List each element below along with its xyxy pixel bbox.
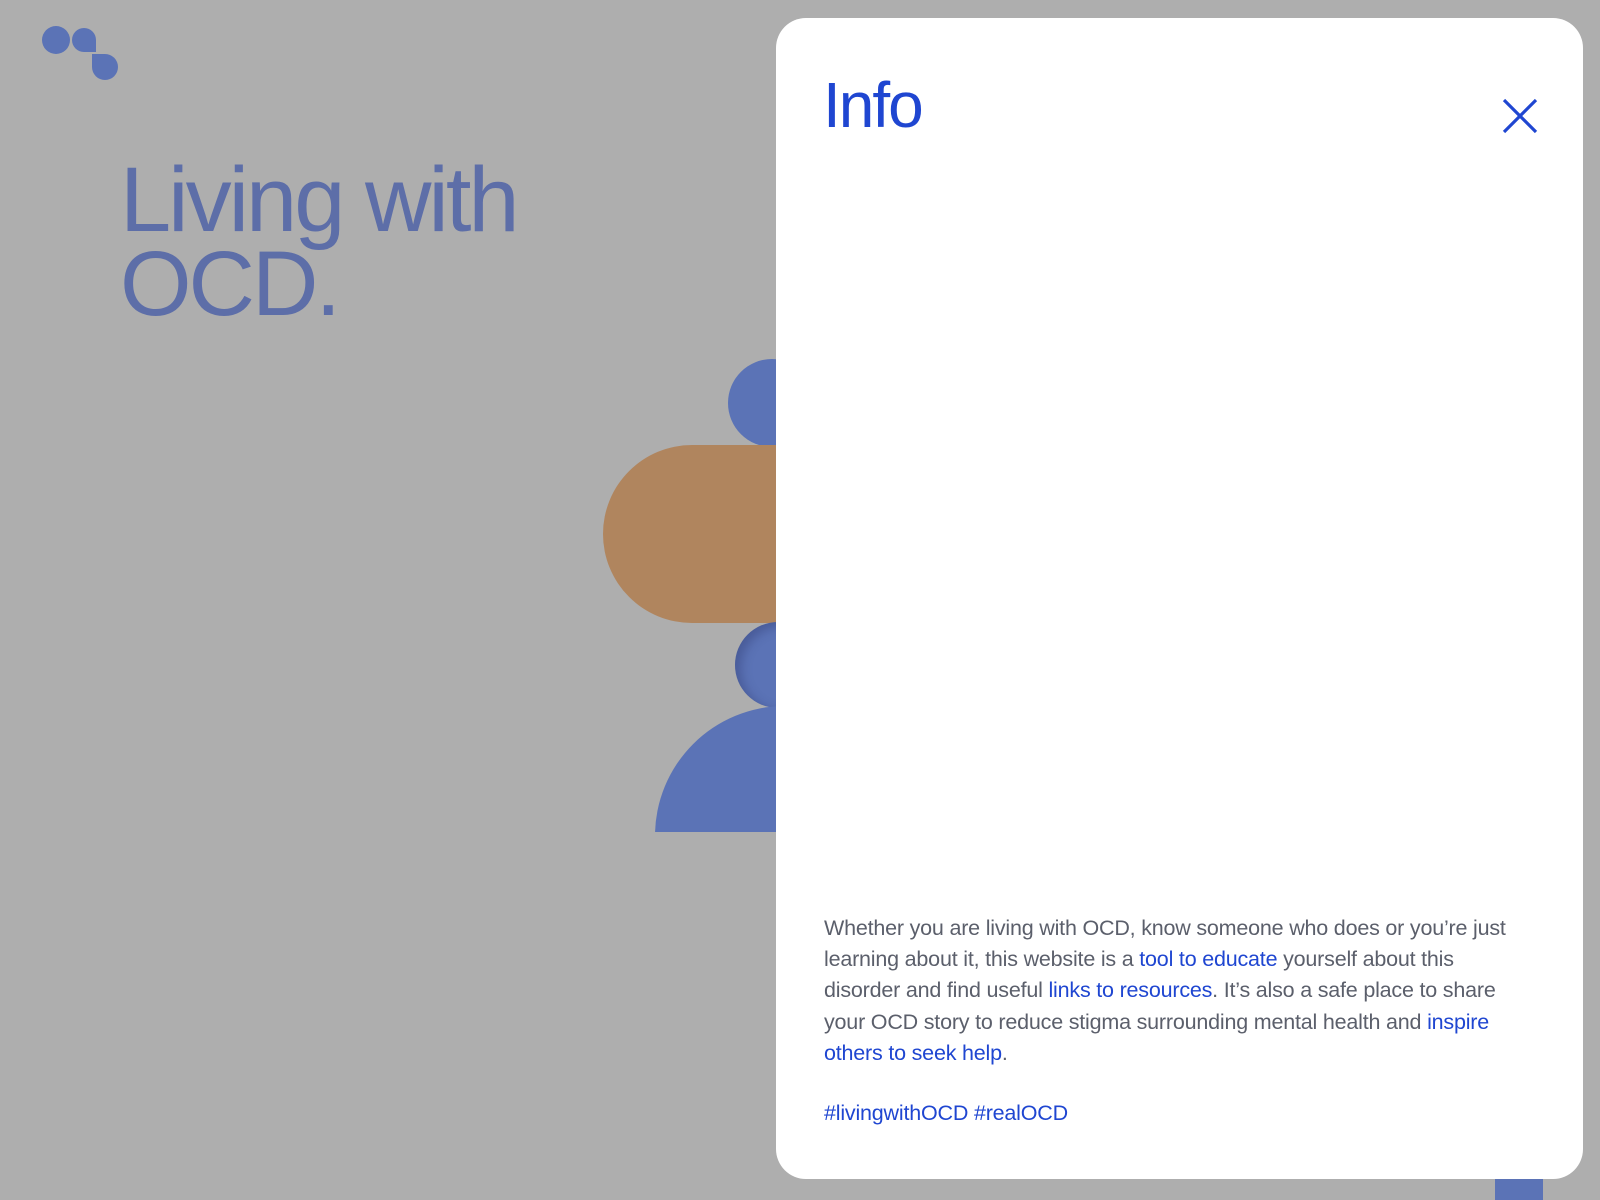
- close-icon: [1502, 98, 1538, 134]
- hero-illustration: [0, 0, 800, 1200]
- info-panel-title: Info: [823, 69, 924, 141]
- tool-to-educate-link[interactable]: tool to educate: [1139, 947, 1277, 971]
- links-to-resources-link[interactable]: links to resources: [1048, 978, 1212, 1002]
- hashtags: #livingwithOCD #realOCD: [824, 1098, 1068, 1129]
- illustration-clip: [0, 0, 800, 832]
- hashtag-livingwithocd[interactable]: #livingwithOCD: [824, 1101, 968, 1125]
- info-text-segment: .: [1001, 1040, 1008, 1065]
- illustration-pill-shape: [603, 445, 800, 623]
- close-button[interactable]: [1494, 90, 1546, 142]
- info-panel: Info Whether you are living with OCD, kn…: [776, 18, 1583, 1179]
- hashtag-realocd[interactable]: #realOCD: [974, 1101, 1068, 1125]
- info-description: Whether you are living with OCD, know so…: [824, 913, 1524, 1069]
